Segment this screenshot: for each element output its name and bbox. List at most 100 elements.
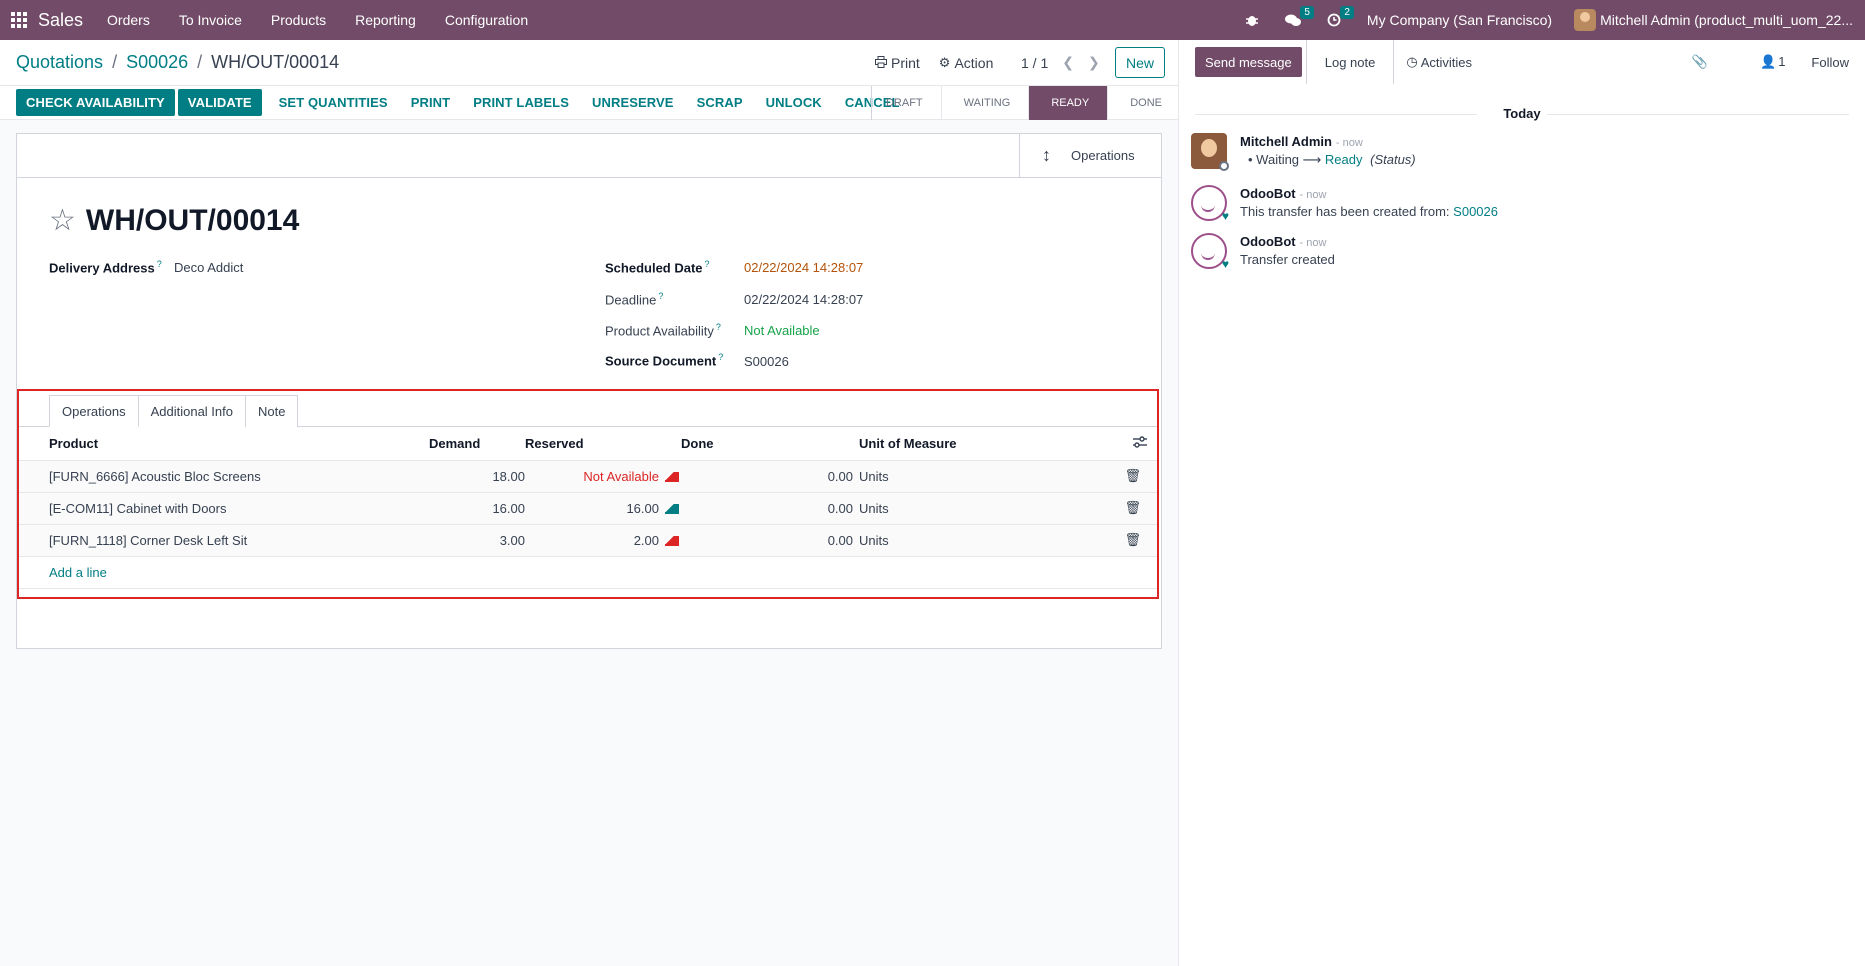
source-document-field[interactable]: S00026 <box>744 354 789 369</box>
message-author[interactable]: OdooBot <box>1240 234 1296 249</box>
nav-products[interactable]: Products <box>271 12 326 28</box>
avatar[interactable] <box>1191 133 1229 171</box>
tab-note[interactable]: Note <box>245 395 299 427</box>
message-author[interactable]: Mitchell Admin <box>1240 134 1332 149</box>
chevron-right-icon[interactable]: ❯ <box>1088 54 1100 71</box>
stage-waiting[interactable]: WAITING <box>940 86 1029 120</box>
row-demand[interactable]: 3.00 <box>429 524 525 557</box>
nav-to-invoice[interactable]: To Invoice <box>179 12 242 28</box>
column-demand[interactable]: Demand <box>429 427 525 461</box>
forecast-chart-icon[interactable] <box>665 504 679 515</box>
unlock-button[interactable]: UNLOCK <box>766 95 822 110</box>
debug-bug-icon[interactable] <box>1245 13 1259 27</box>
smart-button-bar: ↕ Operations <box>17 134 1161 178</box>
table-row[interactable]: [E-COM11] Cabinet with Doors 16.00 16.00… <box>19 492 1157 525</box>
table-row[interactable]: [FURN_1118] Corner Desk Left Sit 3.00 2.… <box>19 524 1157 557</box>
trash-icon[interactable]: 🗑 <box>1124 468 1141 483</box>
followers-button[interactable]: 👤 1 <box>1734 54 1785 70</box>
chevron-left-icon[interactable]: ❮ <box>1062 54 1074 71</box>
trash-icon[interactable]: 🗑 <box>1124 500 1141 515</box>
odoobot-avatar[interactable]: ♥ <box>1191 233 1229 271</box>
scrap-button[interactable]: SCRAP <box>697 95 743 110</box>
row-reserved: Not Available <box>525 460 681 493</box>
stage-draft[interactable]: DRAFT <box>870 86 941 120</box>
help-icon: ? <box>704 259 710 269</box>
star-icon[interactable]: ☆ <box>49 206 76 236</box>
print-menu-button[interactable]: Print <box>875 55 920 71</box>
heart-icon: ♥ <box>1221 257 1229 271</box>
column-done[interactable]: Done <box>681 427 853 461</box>
tab-additional-info[interactable]: Additional Info <box>137 395 246 427</box>
new-button[interactable]: New <box>1115 47 1166 78</box>
row-done[interactable]: 0.00 <box>681 492 853 525</box>
source-link[interactable]: S00026 <box>1453 204 1498 219</box>
activity-clock-icon[interactable]: 2 <box>1327 6 1354 27</box>
trash-icon[interactable]: 🗑 <box>1124 532 1141 547</box>
chat-icon[interactable]: 5 <box>1284 6 1314 27</box>
unreserve-button[interactable]: UNRESERVE <box>592 95 674 110</box>
row-uom[interactable]: Units <box>853 460 1053 493</box>
message-author[interactable]: OdooBot <box>1240 186 1296 201</box>
add-line-row: Add a line <box>19 556 1157 589</box>
row-demand[interactable]: 16.00 <box>429 492 525 525</box>
pager-value[interactable]: 1 / 1 <box>1021 55 1048 71</box>
print-button[interactable]: PRINT <box>411 95 451 110</box>
send-message-button[interactable]: Send message <box>1195 47 1302 77</box>
nav-orders[interactable]: Orders <box>107 12 150 28</box>
operations-table: Product Demand Reserved Done Unit of Mea… <box>19 427 1157 589</box>
row-product[interactable]: [FURN_1118] Corner Desk Left Sit <box>19 524 429 557</box>
optional-columns-toggle[interactable] <box>1053 427 1157 461</box>
form-sheet: ↕ Operations ☆ WH/OUT/00014 Delivery Add… <box>16 133 1162 649</box>
delivery-address-field[interactable]: Deco Addict <box>174 260 243 275</box>
app-name[interactable]: Sales <box>38 10 83 31</box>
row-product[interactable]: [E-COM11] Cabinet with Doors <box>19 492 429 525</box>
row-product[interactable]: [FURN_6666] Acoustic Bloc Screens <box>19 460 429 493</box>
scheduled-date-field[interactable]: 02/22/2024 14:28:07 <box>744 260 863 275</box>
sliders-icon[interactable] <box>1133 436 1147 451</box>
row-demand[interactable]: 18.00 <box>429 460 525 493</box>
forecast-chart-icon[interactable] <box>665 536 679 547</box>
chat-badge: 5 <box>1300 6 1314 19</box>
help-icon: ? <box>156 259 162 269</box>
breadcrumb-quotations[interactable]: Quotations <box>16 52 103 73</box>
column-reserved[interactable]: Reserved <box>525 427 681 461</box>
column-unit-of-measure[interactable]: Unit of Measure <box>853 427 1053 461</box>
row-uom[interactable]: Units <box>853 524 1053 557</box>
company-switcher[interactable]: My Company (San Francisco) <box>1367 12 1552 28</box>
apps-menu-icon[interactable] <box>0 0 38 40</box>
paperclip-icon[interactable]: 📎 <box>1692 54 1708 70</box>
column-product[interactable]: Product <box>19 427 429 461</box>
user-menu[interactable]: Mitchell Admin (product_multi_uom_22... <box>1574 9 1853 31</box>
add-line-link[interactable]: Add a line <box>49 565 107 580</box>
row-uom[interactable]: Units <box>853 492 1053 525</box>
forecast-chart-icon[interactable] <box>665 472 679 483</box>
odoobot-avatar[interactable]: ♥ <box>1191 185 1229 223</box>
gear-icon: ⚙ <box>938 54 951 70</box>
print-labels-button[interactable]: PRINT LABELS <box>473 95 569 110</box>
presence-icon <box>1219 161 1229 171</box>
row-reserved: 16.00 <box>525 492 681 525</box>
stage-done[interactable]: DONE <box>1107 86 1162 120</box>
nav-configuration[interactable]: Configuration <box>445 12 528 28</box>
set-quantities-button[interactable]: SET QUANTITIES <box>279 95 388 110</box>
log-note-button[interactable]: Log note <box>1305 40 1395 84</box>
operations-smart-button[interactable]: ↕ Operations <box>1019 134 1161 177</box>
activity-badge: 2 <box>1340 6 1354 19</box>
heart-icon: ♥ <box>1221 209 1229 223</box>
deadline-field[interactable]: 02/22/2024 14:28:07 <box>744 292 863 307</box>
nav-reporting[interactable]: Reporting <box>355 12 416 28</box>
action-menu-button[interactable]: ⚙ Action <box>939 55 994 71</box>
table-row[interactable]: [FURN_6666] Acoustic Bloc Screens 18.00 … <box>19 460 1157 493</box>
row-done[interactable]: 0.00 <box>681 460 853 493</box>
follow-button[interactable]: Follow <box>1811 55 1849 70</box>
record-title: WH/OUT/00014 <box>85 204 300 237</box>
check-availability-button[interactable]: CHECK AVAILABILITY <box>16 89 175 116</box>
product-availability-value: Not Available <box>744 323 820 338</box>
row-done[interactable]: 0.00 <box>681 524 853 557</box>
tab-operations[interactable]: Operations <box>49 395 139 427</box>
activities-button[interactable]: ◷ Activities <box>1394 40 1484 84</box>
breadcrumb-order[interactable]: S00026 <box>126 52 188 73</box>
deadline-label: Deadline? <box>605 291 664 308</box>
stage-ready[interactable]: READY <box>1028 86 1108 120</box>
validate-button[interactable]: VALIDATE <box>177 89 262 116</box>
